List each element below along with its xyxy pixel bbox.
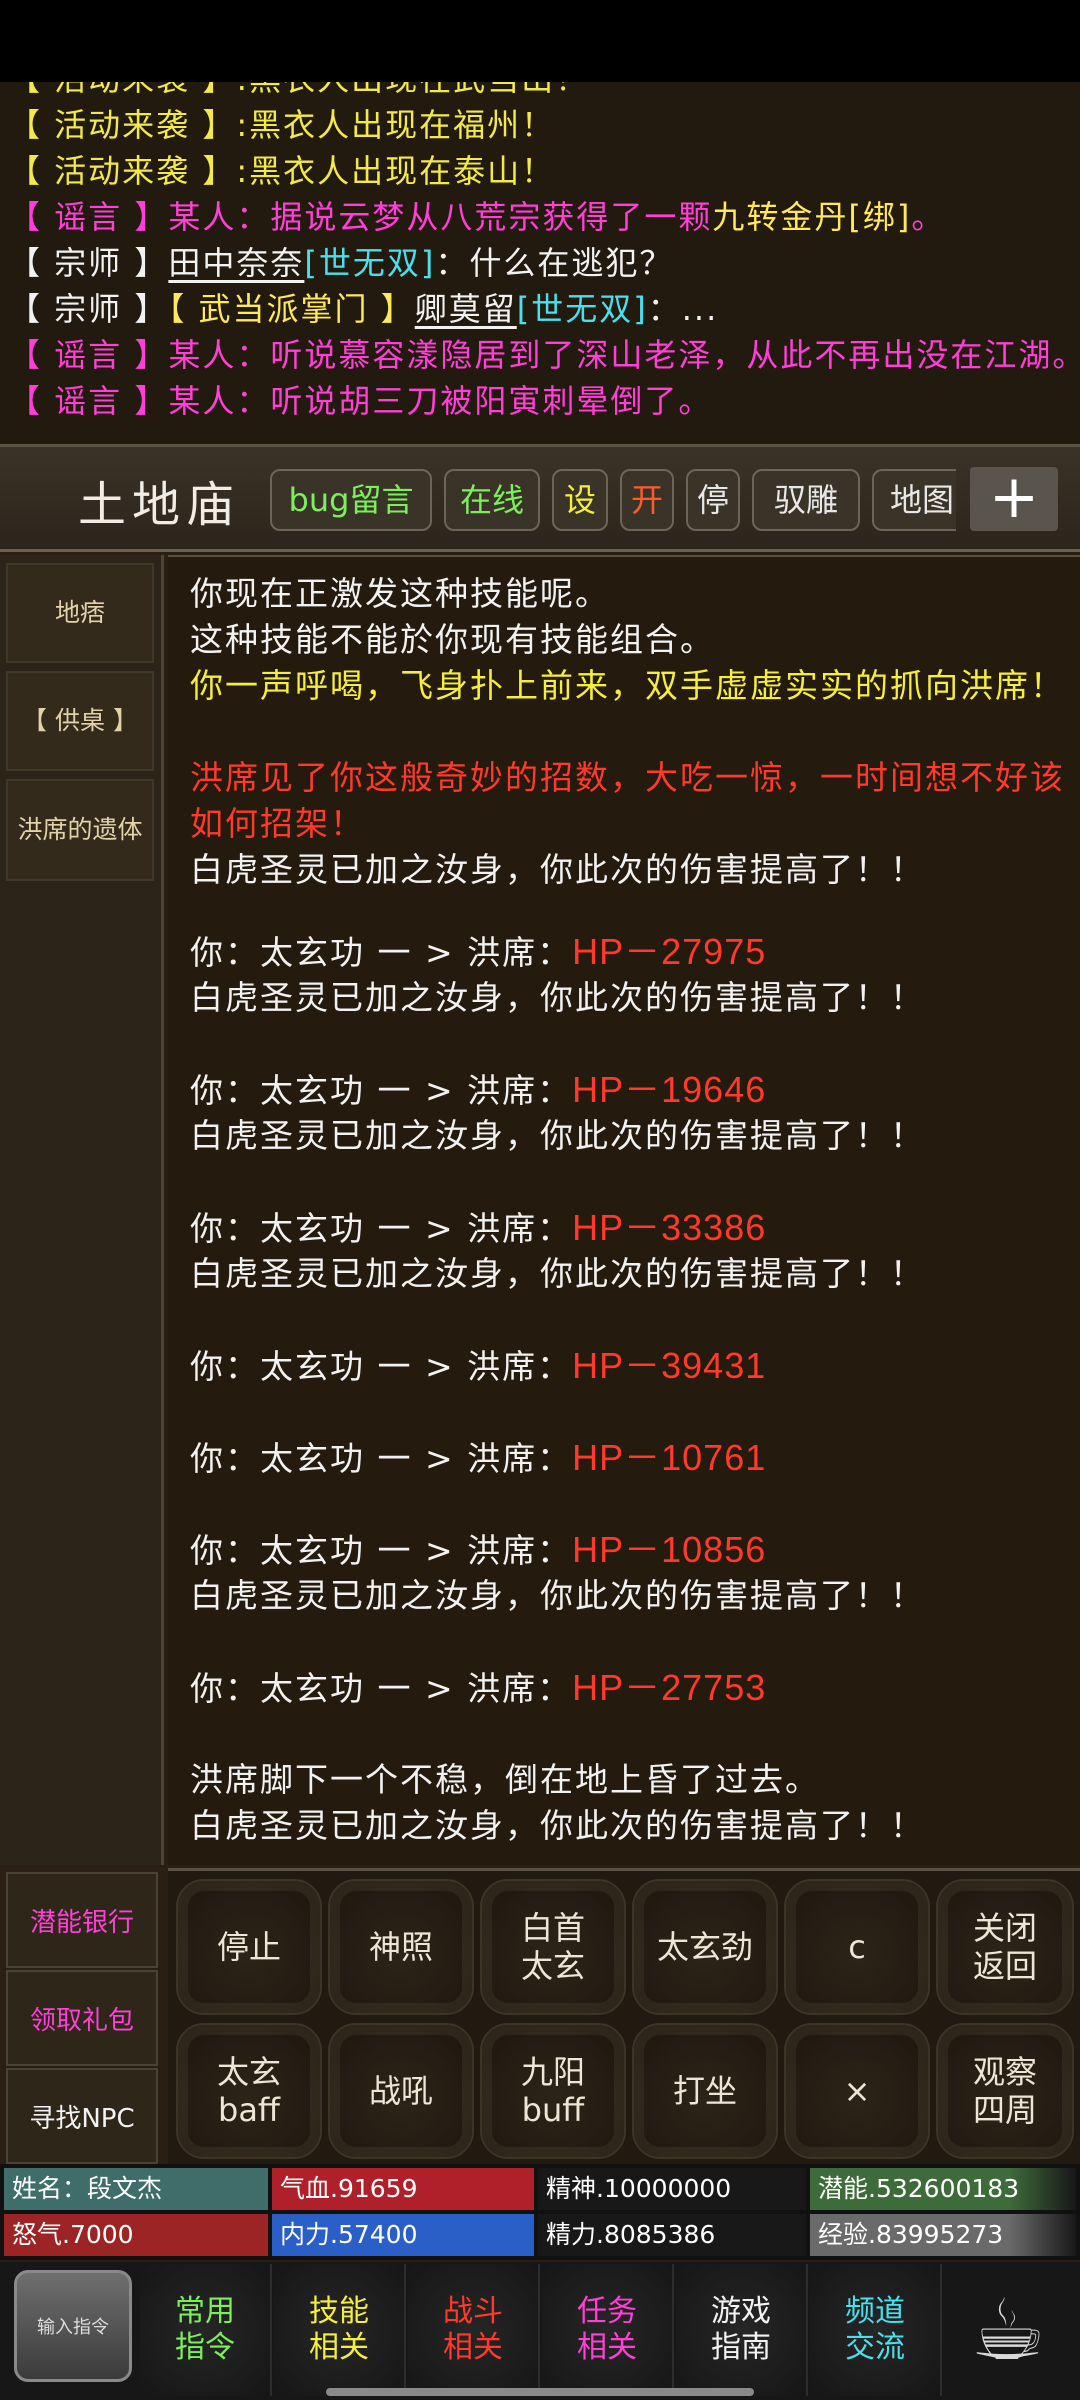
- map-button[interactable]: 地图: [872, 469, 956, 531]
- eagle-button[interactable]: 驭雕: [752, 469, 860, 531]
- skill-button-c[interactable]: c: [784, 1879, 930, 2015]
- potential-bank-link[interactable]: 潜能银行: [6, 1872, 158, 1968]
- room-toolbar: 土地庙 bug留言 在线 设 开 停 驭雕 地图 +: [0, 444, 1080, 552]
- chat-line: 【 活动来袭 】:黑衣人出现在泰山！: [8, 152, 556, 190]
- player-link[interactable]: 田中奈奈: [168, 244, 304, 282]
- skill-button-stop[interactable]: 停止: [176, 1879, 322, 2015]
- chat-line: 【 谣言 】某人：据说云梦从八荒宗获得了一颗九转金丹[绑]。: [8, 198, 946, 236]
- skill-button-taixuan-baff[interactable]: 太玄 baff: [176, 2023, 322, 2159]
- skill-button-shenzhao[interactable]: 神照: [328, 1879, 474, 2015]
- stat-rage: 怒气.7000: [4, 2214, 268, 2256]
- attack-line: 你：太玄功 一 > 洪席：HP－39431: [190, 1345, 767, 1386]
- input-command-button[interactable]: 输入指令: [14, 2270, 132, 2382]
- chat-line: 【 活动来袭 】:黑衣人出现在武当山！: [0, 82, 1080, 102]
- log-line: 洪席脚下一个不稳，倒在地上昏了过去。: [190, 1760, 820, 1799]
- bug-report-button[interactable]: bug留言: [270, 469, 432, 531]
- stat-experience: 经验.83995273: [810, 2214, 1076, 2256]
- tea-cup-icon[interactable]: ☕: [944, 2272, 1072, 2388]
- chat-line: 【 活动来袭 】:黑衣人出现在福州！: [8, 106, 556, 144]
- bottom-nav: 输入指令 常用 指令 技能 相关 战斗 相关 任务 相关 游戏 指南 频道 交流…: [0, 2262, 1080, 2400]
- log-line: 白虎圣灵已加之汝身，你此次的伤害提高了！！: [190, 1576, 925, 1615]
- log-line: 这种技能不能於你现有技能组合。: [190, 620, 715, 659]
- claim-gift-link[interactable]: 领取礼包: [6, 1970, 158, 2066]
- nav-combat[interactable]: 战斗 相关: [408, 2264, 540, 2396]
- home-indicator[interactable]: [326, 2388, 754, 2396]
- settings-button[interactable]: 设: [552, 469, 608, 531]
- skill-button-baishou-taixuan[interactable]: 白首 太玄: [480, 1879, 626, 2015]
- log-line: 你现在正激发这种技能呢。: [190, 574, 610, 613]
- stat-internal-force: 内力.57400: [272, 2214, 534, 2256]
- sidebar-item-corpse[interactable]: 洪席的遗体: [6, 779, 154, 881]
- stat-potential: 潜能.532600183: [810, 2168, 1076, 2210]
- find-npc-link[interactable]: 寻找NPC: [6, 2068, 158, 2164]
- nav-game-guide[interactable]: 游戏 指南: [676, 2264, 808, 2396]
- plus-icon[interactable]: +: [970, 467, 1058, 531]
- stat-name: 姓名：段文杰: [4, 2168, 268, 2210]
- look-around-button[interactable]: 观察 四周: [936, 2023, 1074, 2159]
- skill-button-zhanhou[interactable]: 战吼: [328, 2023, 474, 2159]
- status-bar: [0, 0, 1080, 82]
- nav-channel-chat[interactable]: 频道 交流: [810, 2264, 942, 2396]
- online-button[interactable]: 在线: [444, 469, 540, 531]
- attack-line: 你：太玄功 一 > 洪席：HP－10761: [190, 1437, 767, 1478]
- skill-button-jiuyang-buff[interactable]: 九阳 buff: [480, 2023, 626, 2159]
- game-screen: 【 活动来袭 】:黑衣人出现在武当山！ 【 活动来袭 】:黑衣人出现在福州！ 【…: [0, 0, 1080, 2400]
- room-title: 土地庙: [78, 477, 241, 533]
- attack-line: 你：太玄功 一 > 洪席：HP－27975: [190, 931, 767, 972]
- chat-line: 【 谣言 】某人：听说慕容漾隐居到了深山老泽，从此不再出没在江湖。: [8, 336, 1080, 374]
- stat-spirit: 精神.10000000: [538, 2168, 806, 2210]
- nav-common-commands[interactable]: 常用 指令: [140, 2264, 272, 2396]
- chat-line: 【 谣言 】某人：听说胡三刀被阳寅刺晕倒了。: [8, 382, 713, 420]
- stop-button[interactable]: 停: [686, 469, 740, 531]
- nav-skills[interactable]: 技能 相关: [274, 2264, 406, 2396]
- stats-panel: 姓名：段文杰 气血.91659 精神.10000000 潜能.532600183…: [0, 2164, 1080, 2260]
- skill-button-taixuanjin[interactable]: 太玄劲: [632, 1879, 778, 2015]
- log-line: 白虎圣灵已加之汝身，你此次的伤害提高了！！: [190, 978, 925, 1017]
- stat-energy: 精力.8085386: [538, 2214, 806, 2256]
- sidebar: 地痞 【 供桌 】 洪席的遗体: [0, 555, 164, 1865]
- log-line: 白虎圣灵已加之汝身，你此次的伤害提高了！！: [190, 1806, 925, 1845]
- attack-line: 你：太玄功 一 > 洪席：HP－27753: [190, 1667, 767, 1708]
- close-return-button[interactable]: 关闭 返回: [936, 1879, 1074, 2015]
- skill-button-meditate[interactable]: 打坐: [632, 2023, 778, 2159]
- chat-line: 【 宗师 】【 武当派掌门 】卿莫留[世无双]：...: [8, 290, 719, 328]
- chat-channel[interactable]: 【 活动来袭 】:黑衣人出现在武当山！ 【 活动来袭 】:黑衣人出现在福州！ 【…: [0, 82, 1080, 444]
- skill-panel: 停止 神照 白首 太玄 太玄劲 c 关闭 返回 太玄 baff 战吼 九阳 bu…: [168, 1868, 1080, 2164]
- start-button[interactable]: 开: [620, 469, 674, 531]
- log-line: 洪席见了你这般奇妙的招数，大吃一惊，一时间想不好该如何招架！: [190, 758, 1065, 843]
- nav-quests[interactable]: 任务 相关: [542, 2264, 674, 2396]
- sidebar-item-npc[interactable]: 地痞: [6, 563, 154, 663]
- log-line: 你一声呼喝，飞身扑上前来，双手虚虚实实的抓向洪席！: [190, 666, 1065, 705]
- log-line: 白虎圣灵已加之汝身，你此次的伤害提高了！！: [190, 1116, 925, 1155]
- attack-line: 你：太玄功 一 > 洪席：HP－33386: [190, 1207, 767, 1248]
- player-link[interactable]: 卿莫留: [415, 290, 517, 328]
- stat-hp: 气血.91659: [272, 2168, 534, 2210]
- combat-log[interactable]: 你现在正激发这种技能呢。 这种技能不能於你现有技能组合。 你一声呼喝，飞身扑上前…: [168, 555, 1080, 1865]
- log-line: 白虎圣灵已加之汝身，你此次的伤害提高了！！: [190, 850, 925, 889]
- attack-line: 你：太玄功 一 > 洪席：HP－19646: [190, 1069, 767, 1110]
- skill-button-x[interactable]: ×: [784, 2023, 930, 2159]
- attack-line: 你：太玄功 一 > 洪席：HP－10856: [190, 1529, 767, 1570]
- chat-line: 【 宗师 】田中奈奈[世无双]：什么在逃犯？: [8, 244, 674, 282]
- log-line: 白虎圣灵已加之汝身，你此次的伤害提高了！！: [190, 1254, 925, 1293]
- sidebar-item-altar[interactable]: 【 供桌 】: [6, 671, 154, 771]
